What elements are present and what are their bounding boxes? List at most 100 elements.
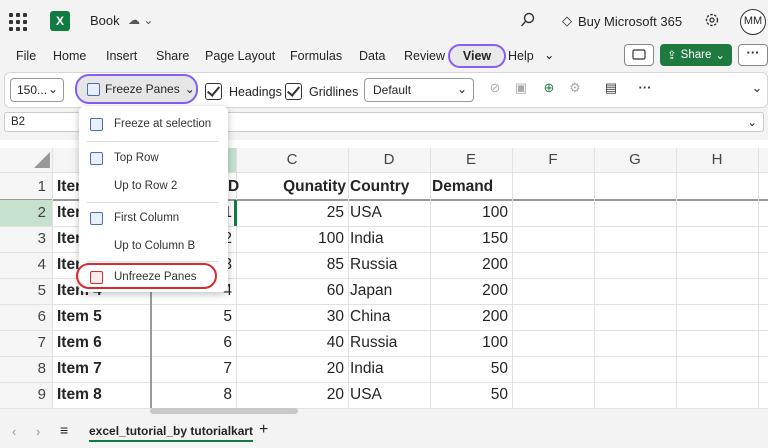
menu-bar: File Home Insert Share Page Layout Formu… bbox=[0, 42, 768, 70]
tab-formulas[interactable]: Formulas bbox=[290, 49, 342, 63]
table-cell[interactable]: Item 5 bbox=[57, 308, 102, 326]
table-cell[interactable]: 6 bbox=[152, 334, 232, 352]
table-cell[interactable]: 100 bbox=[236, 230, 344, 248]
menu-item-label: Up to Column B bbox=[114, 240, 196, 252]
row-header-6[interactable]: 6 bbox=[0, 308, 52, 325]
share-icon: ⇪ bbox=[667, 50, 677, 62]
add-sheet-icon[interactable]: + bbox=[259, 421, 268, 439]
horizontal-scrollbar[interactable] bbox=[150, 408, 298, 414]
column-header-g[interactable]: G bbox=[594, 148, 676, 172]
workbook-title[interactable]: Book bbox=[90, 13, 120, 28]
table-cell[interactable]: 25 bbox=[236, 204, 344, 222]
row-header-9[interactable]: 9 bbox=[0, 386, 52, 403]
table-cell[interactable]: Item 8 bbox=[57, 386, 102, 404]
table-cell[interactable]: 8 bbox=[152, 386, 232, 404]
row-header-5[interactable]: 5 bbox=[0, 282, 52, 299]
tab-data[interactable]: Data bbox=[359, 49, 385, 63]
column-header-f[interactable]: F bbox=[512, 148, 594, 172]
table-cell[interactable]: 150 bbox=[430, 230, 508, 248]
next-sheet-icon[interactable]: › bbox=[36, 424, 40, 439]
freeze-panes-button[interactable]: Freeze Panes ⌄ bbox=[75, 74, 198, 104]
table-cell[interactable]: 50 bbox=[430, 360, 508, 378]
exit-view-icon[interactable]: ⊘ bbox=[486, 80, 504, 98]
sheet-view-select[interactable]: Default ⌄ bbox=[364, 78, 474, 102]
table-cell[interactable]: 20 bbox=[236, 386, 344, 404]
headings-label: Headings bbox=[229, 85, 282, 99]
sheet-tab-active[interactable]: excel_tutorial_by tutorialkart bbox=[89, 424, 254, 442]
row-header-3[interactable]: 3 bbox=[0, 230, 52, 247]
more-options-button[interactable]: ··· bbox=[738, 44, 768, 66]
table-cell[interactable]: Russia bbox=[350, 334, 397, 352]
menu-item-freeze-at-selection[interactable]: Freeze at selection bbox=[79, 112, 228, 138]
table-cell[interactable]: 100 bbox=[430, 204, 508, 222]
table-cell[interactable]: Japan bbox=[350, 282, 392, 300]
zoom-select[interactable]: 150... ⌄ bbox=[10, 78, 64, 102]
table-cell[interactable]: 60 bbox=[236, 282, 344, 300]
table-cell[interactable]: 100 bbox=[430, 334, 508, 352]
row-header-1[interactable]: 1 bbox=[0, 178, 52, 195]
ribbon-expand-icon[interactable]: ⌄ bbox=[748, 80, 766, 98]
row-header-4[interactable]: 4 bbox=[0, 256, 52, 273]
cell-d1[interactable]: Country bbox=[350, 178, 409, 196]
table-cell[interactable]: Item 6 bbox=[57, 334, 102, 352]
gear-icon[interactable] bbox=[704, 12, 720, 33]
column-header-d[interactable]: D bbox=[348, 148, 430, 172]
tab-page-layout[interactable]: Page Layout bbox=[205, 49, 275, 63]
table-cell[interactable]: Russia bbox=[350, 256, 397, 274]
prev-sheet-icon[interactable]: ‹ bbox=[12, 424, 16, 439]
tab-insert[interactable]: Insert bbox=[106, 49, 137, 63]
share-button[interactable]: ⇪ Share ⌄ bbox=[660, 44, 732, 66]
table-cell[interactable]: India bbox=[350, 230, 384, 248]
table-cell[interactable]: USA bbox=[350, 386, 382, 404]
more-tabs-chevron-icon[interactable]: ⌄ bbox=[544, 47, 554, 62]
row-header-8[interactable]: 8 bbox=[0, 360, 52, 377]
menu-item-up-to-column-b[interactable]: Up to Column B bbox=[79, 234, 228, 260]
column-header-h[interactable]: H bbox=[676, 148, 758, 172]
table-cell[interactable]: 40 bbox=[236, 334, 344, 352]
formula-bar-expand-icon[interactable]: ⌄ bbox=[747, 115, 757, 129]
column-header-c[interactable]: C bbox=[236, 148, 348, 172]
table-cell[interactable]: 200 bbox=[430, 256, 508, 274]
table-cell[interactable]: China bbox=[350, 308, 391, 326]
menu-item-top-row[interactable]: Top Row bbox=[79, 146, 228, 172]
search-icon[interactable] bbox=[520, 12, 536, 33]
avatar[interactable]: MM bbox=[740, 9, 766, 35]
menu-item-first-column[interactable]: First Column bbox=[79, 206, 228, 232]
tab-review[interactable]: Review bbox=[404, 49, 445, 63]
ribbon-more-icon[interactable]: ··· bbox=[636, 80, 654, 98]
buy-microsoft-365-link[interactable]: ◇ Buy Microsoft 365 bbox=[562, 13, 682, 29]
autosave-chevron-icon[interactable]: ☁ ⌄ bbox=[128, 13, 153, 27]
tab-file[interactable]: File bbox=[16, 49, 36, 63]
headings-checkbox[interactable] bbox=[205, 83, 222, 100]
table-cell[interactable]: 85 bbox=[236, 256, 344, 274]
tab-home[interactable]: Home bbox=[53, 49, 86, 63]
table-cell[interactable]: 200 bbox=[430, 282, 508, 300]
app-launcher-icon[interactable] bbox=[9, 13, 27, 31]
save-view-icon[interactable]: ▣ bbox=[512, 80, 530, 98]
table-cell[interactable]: 20 bbox=[236, 360, 344, 378]
table-cell[interactable]: 7 bbox=[152, 360, 232, 378]
cell-e1[interactable]: Demand bbox=[432, 178, 493, 196]
table-cell[interactable]: India bbox=[350, 360, 384, 378]
row-header-2[interactable]: 2 bbox=[0, 204, 52, 221]
tab-share[interactable]: Share bbox=[156, 49, 189, 63]
select-all-corner[interactable] bbox=[34, 152, 50, 168]
column-header-e[interactable]: E bbox=[430, 148, 512, 172]
table-cell[interactable]: 50 bbox=[430, 386, 508, 404]
new-view-icon[interactable]: ⊕ bbox=[540, 80, 558, 98]
table-cell[interactable]: 30 bbox=[236, 308, 344, 326]
options-icon[interactable]: ⚙ bbox=[566, 80, 584, 98]
tab-help[interactable]: Help bbox=[508, 49, 534, 63]
table-cell[interactable]: 5 bbox=[152, 308, 232, 326]
table-cell[interactable]: 200 bbox=[430, 308, 508, 326]
tab-view[interactable]: View bbox=[448, 44, 506, 68]
comments-button[interactable] bbox=[624, 44, 654, 66]
row-header-7[interactable]: 7 bbox=[0, 334, 52, 351]
menu-item-up-to-row-2[interactable]: Up to Row 2 bbox=[79, 174, 228, 200]
table-cell[interactable]: USA bbox=[350, 204, 382, 222]
cell-c1[interactable]: Qunatity bbox=[236, 178, 346, 196]
table-cell[interactable]: Item 7 bbox=[57, 360, 102, 378]
gridlines-checkbox[interactable] bbox=[285, 83, 302, 100]
all-sheets-icon[interactable]: ≡ bbox=[60, 422, 68, 438]
immersive-reader-icon[interactable]: ▤ bbox=[602, 80, 620, 98]
